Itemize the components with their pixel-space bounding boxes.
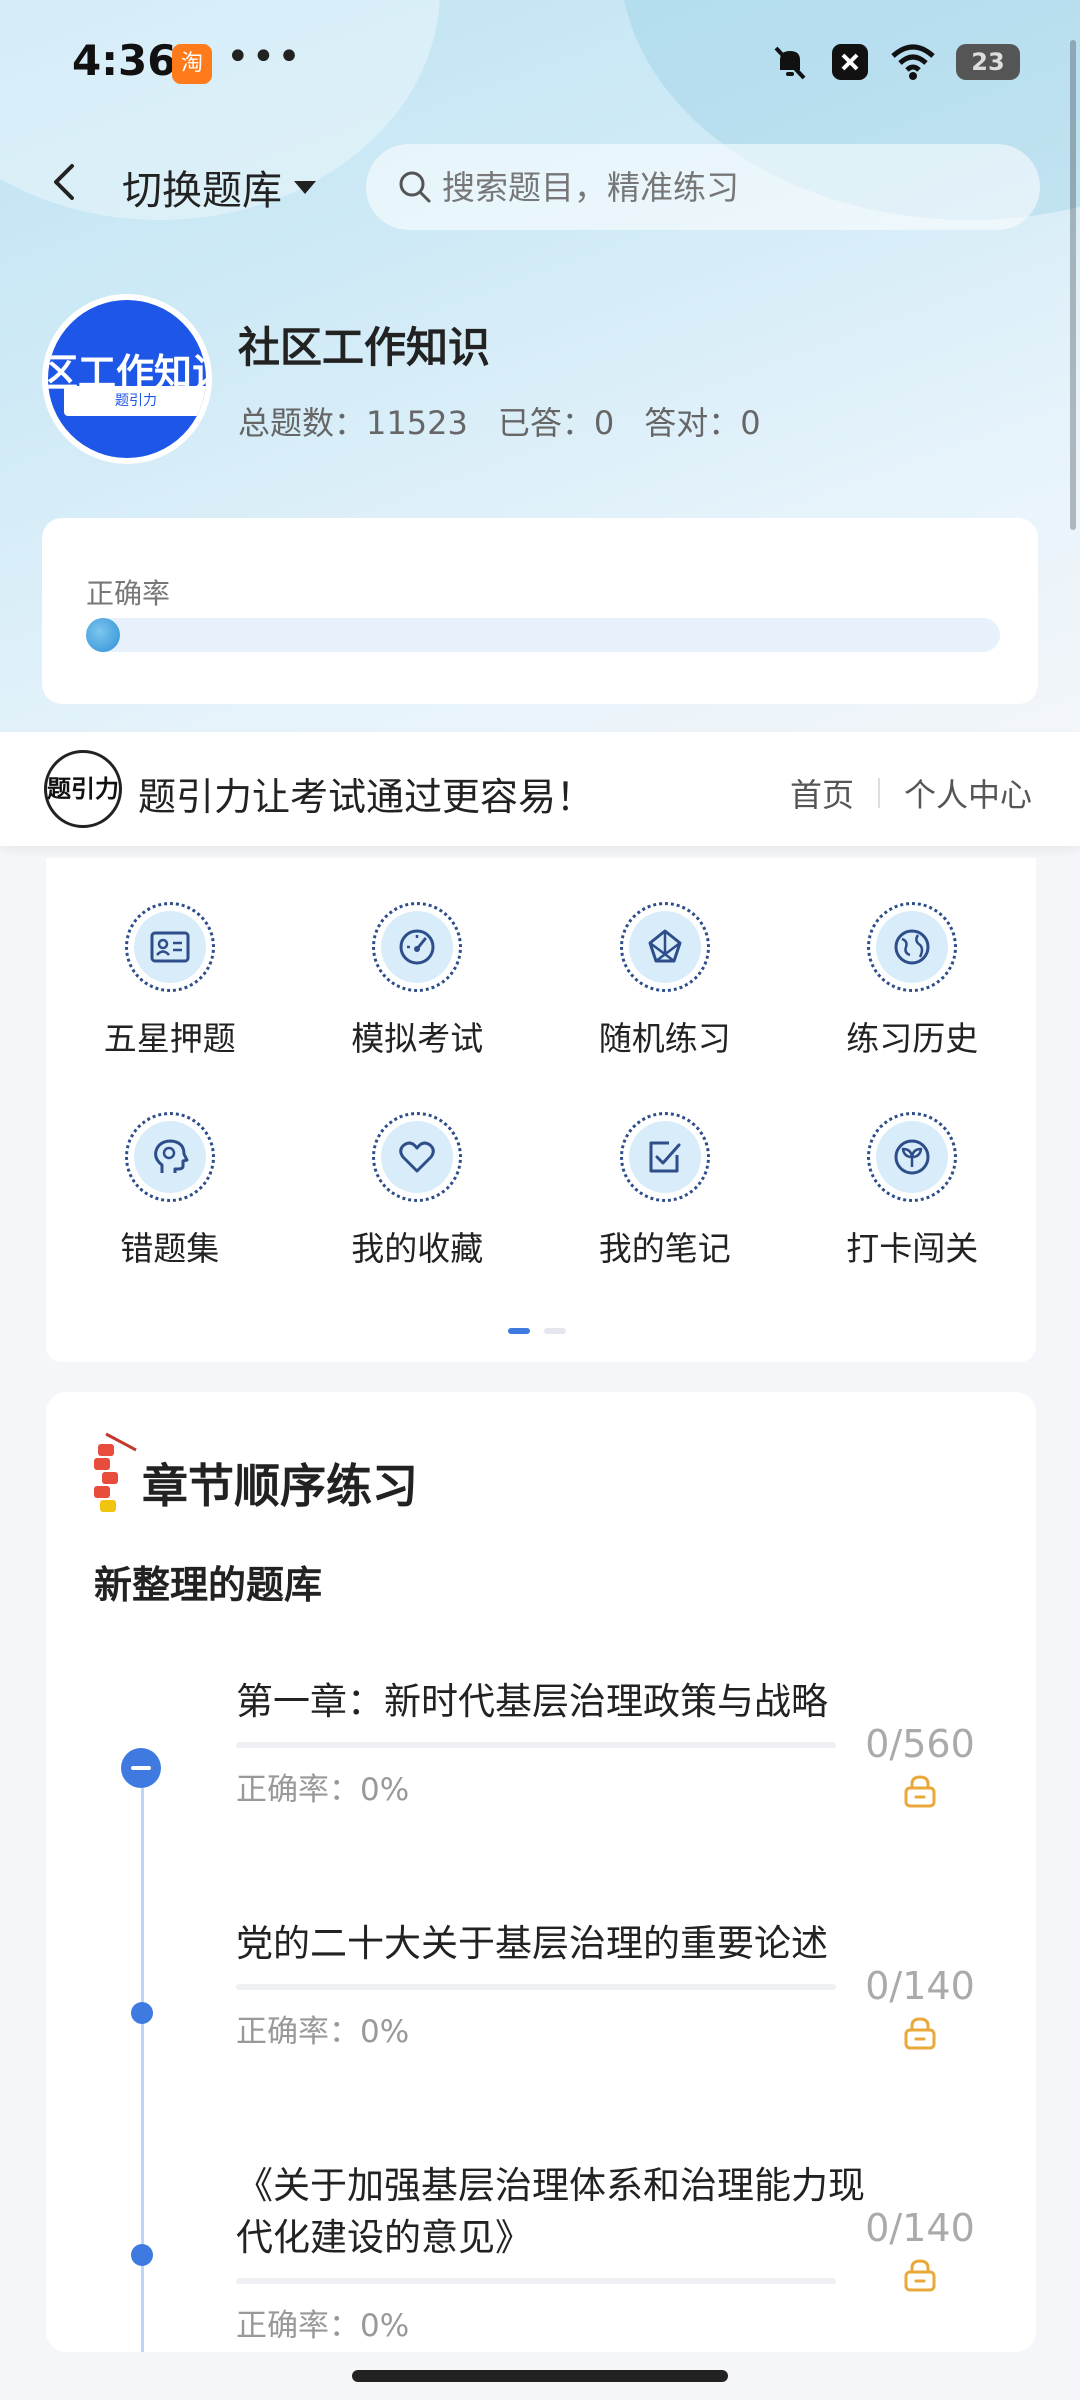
section-subtitle: 新整理的题库 <box>94 1554 322 1609</box>
brand-logo-text: 题引力 <box>47 775 119 803</box>
switch-bank-label: 切换题库 <box>122 168 282 214</box>
shuffle-icon <box>648 929 682 963</box>
lock-icon <box>904 2017 936 2050</box>
feature-label: 随机练习 <box>598 1019 731 1058</box>
taobao-notification-icon: 淘 <box>172 44 212 84</box>
status-bar: 4:36 淘 ••• 23 <box>0 0 1080 120</box>
chapter-count: 0/140 <box>865 1964 975 2008</box>
chapter-count-box[interactable]: 0/140 <box>850 2206 990 2296</box>
banner-slogan: 题引力让考试通过更容易！ <box>138 775 595 819</box>
lock-icon <box>904 2259 936 2292</box>
nav-personal-link[interactable]: 个人中心 <box>904 770 1032 816</box>
feature-label: 打卡闯关 <box>846 1229 979 1268</box>
stat-total: 总题数：11523 <box>238 404 468 442</box>
more-notifications-icon: ••• <box>226 34 303 80</box>
feature-label: 错题集 <box>120 1229 220 1268</box>
book-title: 社区工作知识 <box>238 323 491 372</box>
caret-down-icon <box>294 181 316 194</box>
chapter-progress-bar <box>236 1742 836 1748</box>
feature-label: 我的笔记 <box>598 1229 731 1268</box>
feature-label: 练习历史 <box>846 1019 979 1058</box>
speedometer-icon <box>399 929 435 965</box>
feature-notes[interactable]: 我的笔记 <box>541 1112 789 1270</box>
lock-icon <box>904 1775 936 1808</box>
brand-logo: 题引力 <box>44 750 122 828</box>
chapter-item[interactable]: 党的二十大关于基层治理的重要论述 正确率：0% <box>236 1918 886 2051</box>
status-time: 4:36 <box>72 36 177 85</box>
feature-label: 模拟考试 <box>351 1019 484 1058</box>
chapter-count-box[interactable]: 0/140 <box>850 1964 990 2054</box>
chapter-name: 《关于加强基层治理体系和治理能力现代化建设的意见》 <box>236 2164 865 2259</box>
accuracy-progress-bar <box>86 618 1000 652</box>
feature-wrong-set[interactable]: 错题集 <box>46 1112 294 1270</box>
feature-favorites[interactable]: 我的收藏 <box>294 1112 542 1270</box>
accuracy-card: 正确率 <box>42 518 1038 704</box>
pager-dot[interactable] <box>544 1328 566 1334</box>
pager-dot-active[interactable] <box>508 1328 530 1334</box>
feature-label: 五星押题 <box>103 1019 236 1058</box>
nav-home-link[interactable]: 首页 <box>790 770 854 816</box>
feature-random-practice[interactable]: 随机练习 <box>541 902 789 1060</box>
mute-bell-icon <box>774 46 806 80</box>
stat-answered: 已答：0 <box>497 404 615 442</box>
close-box-icon <box>832 44 868 80</box>
battery-icon: 23 <box>956 44 1020 80</box>
search-icon <box>399 171 431 203</box>
note-check-icon <box>649 1141 681 1173</box>
section-subtitle-text: 新整理的题库 <box>94 1563 323 1607</box>
timeline-dot <box>131 2244 153 2266</box>
switch-bank-dropdown[interactable]: 切换题库 <box>122 158 318 216</box>
grid-pager[interactable] <box>508 1328 566 1334</box>
chapter-accuracy: 正确率：0% <box>236 1772 410 1808</box>
back-arrow-icon[interactable] <box>44 160 88 204</box>
chapter-practice-card: 章节顺序练习 新整理的题库 第一章：新时代基层治理政策与战略 正确率：0% 0/… <box>46 1392 1036 2352</box>
promo-banner: 题引力 题引力让考试通过更容易！ 首页 个人中心 <box>0 732 1080 846</box>
chapter-progress-bar <box>236 2278 836 2284</box>
accuracy-label: 正确率 <box>86 577 171 610</box>
chapter-item[interactable]: 《关于加强基层治理体系和治理能力现代化建设的意见》 正确率：0% <box>236 2160 886 2345</box>
globe-icon <box>894 929 930 965</box>
stat-correct: 答对：0 <box>644 404 761 442</box>
cover-subtitle: 题引力 <box>64 386 206 416</box>
section-title: 章节顺序练习 <box>142 1459 418 1513</box>
firecracker-icon <box>94 1432 137 1512</box>
search-bar[interactable] <box>366 144 1040 230</box>
chapter-accuracy: 正确率：0% <box>236 2308 410 2344</box>
collapse-chapter-button[interactable] <box>121 1748 161 1788</box>
divider <box>877 778 880 808</box>
feature-history[interactable]: 练习历史 <box>789 902 1037 1060</box>
feature-checkin[interactable]: 打卡闯关 <box>789 1112 1037 1270</box>
book-cover[interactable]: 区工作知识 题引力 <box>42 294 212 464</box>
search-input[interactable] <box>442 167 1002 207</box>
feature-mock-exam[interactable]: 模拟考试 <box>294 902 542 1060</box>
chapter-count: 0/560 <box>865 1722 975 1766</box>
chapter-progress-bar <box>236 1984 836 1990</box>
timeline-dot <box>131 2002 153 2024</box>
feature-label: 我的收藏 <box>351 1229 484 1268</box>
chapter-name: 第一章：新时代基层治理政策与战略 <box>236 1680 828 1723</box>
feature-five-star[interactable]: 五星押题 <box>46 902 294 1060</box>
chapter-count: 0/140 <box>865 2206 975 2250</box>
wifi-icon <box>891 44 935 80</box>
head-icon <box>153 1139 189 1173</box>
book-stats: 总题数：11523 已答：0 答对：0 <box>238 398 761 444</box>
home-indicator[interactable] <box>352 2370 728 2382</box>
heart-icon <box>399 1141 435 1173</box>
accuracy-progress-knob <box>86 618 120 652</box>
chapter-name: 党的二十大关于基层治理的重要论述 <box>236 1922 828 1965</box>
chapter-count-box[interactable]: 0/560 <box>850 1722 990 1812</box>
banner-nav: 首页 个人中心 <box>790 770 1032 816</box>
chapter-item[interactable]: 第一章：新时代基层治理政策与战略 正确率：0% <box>236 1676 886 1809</box>
id-card-icon <box>150 931 190 963</box>
chapter-accuracy: 正确率：0% <box>236 2014 410 2050</box>
feature-grid-card: 五星押题 模拟考试 随机练习 练习历史 错题集 我的收藏 我的笔记 打卡闯关 <box>46 858 1036 1362</box>
sprout-icon <box>894 1139 930 1175</box>
